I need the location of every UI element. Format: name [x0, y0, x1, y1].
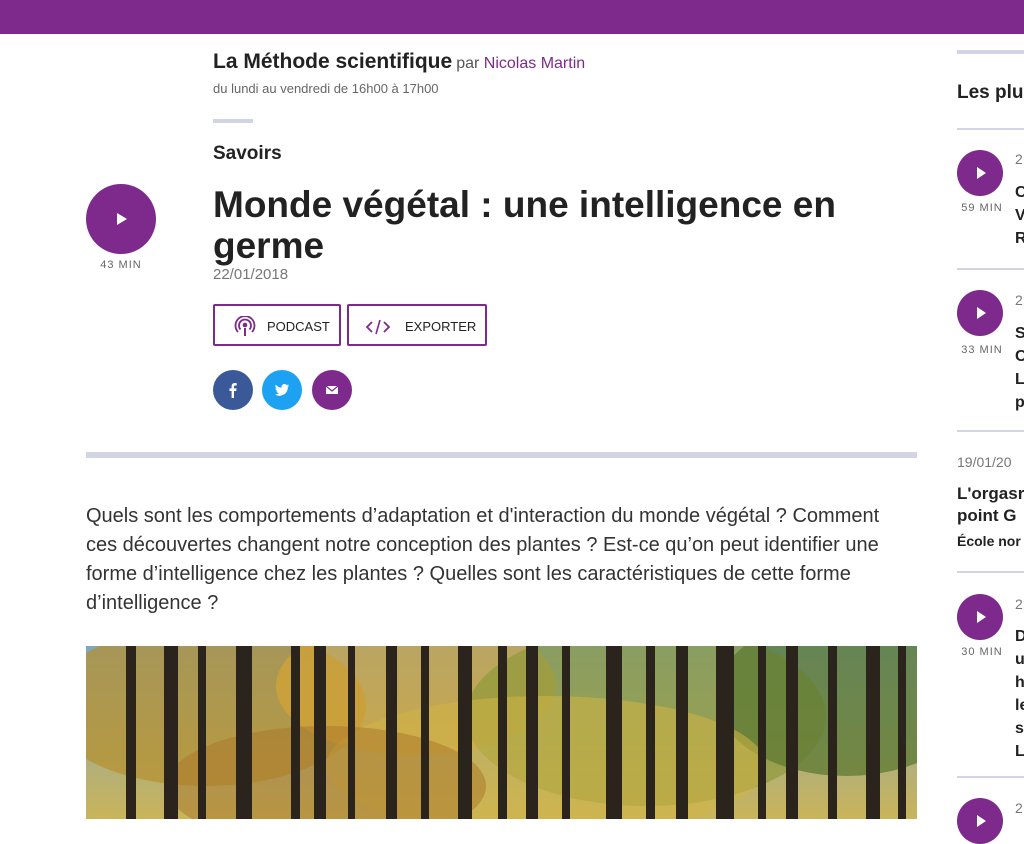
sidebar-divider: [957, 571, 1024, 573]
play-icon: [977, 815, 986, 827]
episode-duration: 43 MIN: [100, 259, 142, 271]
episode-date: 22/01/2018: [213, 266, 289, 283]
code-icon: [365, 319, 391, 335]
sidebar-item-source: École nor: [957, 533, 1021, 549]
sidebar-play-button[interactable]: [957, 594, 1003, 640]
sidebar-play-button[interactable]: [957, 150, 1003, 196]
show-author-link[interactable]: Nicolas Martin: [484, 55, 585, 72]
twitter-share-button[interactable]: [262, 370, 302, 410]
category-link[interactable]: Savoirs: [213, 143, 282, 165]
sidebar-item-title[interactable]: D u h le s L: [1015, 625, 1024, 763]
sidebar-item-title[interactable]: C V R: [1015, 181, 1024, 250]
header-divider: [213, 119, 253, 123]
sidebar-top-divider: [957, 50, 1024, 54]
play-icon: [117, 213, 127, 225]
sidebar-item-date: 2: [1015, 292, 1023, 308]
play-icon: [977, 167, 986, 179]
show-title-link[interactable]: La Méthode scientifique: [213, 50, 452, 73]
sidebar-play-button[interactable]: [957, 290, 1003, 336]
forest-photo: [86, 646, 917, 819]
facebook-share-button[interactable]: [213, 370, 253, 410]
mail-icon: [325, 385, 339, 394]
sidebar-divider: [957, 776, 1024, 778]
play-button[interactable]: [86, 184, 156, 254]
sidebar-item-date: 2: [1015, 800, 1023, 816]
sidebar-item-date: 2: [1015, 596, 1023, 612]
podcast-button-label: PODCAST: [267, 319, 330, 334]
play-icon: [977, 611, 986, 623]
sidebar-heading: Les plu: [957, 82, 1024, 103]
sidebar-play-button[interactable]: [957, 798, 1003, 844]
sidebar-item-duration: 30 MIN: [961, 646, 1003, 658]
content-divider: [86, 452, 917, 458]
sidebar-item-title[interactable]: L'orgasr: [957, 484, 1024, 504]
sidebar-divider: [957, 430, 1024, 432]
sidebar-divider: [957, 128, 1024, 130]
show-author-prefix: par: [456, 55, 480, 72]
play-icon: [977, 307, 986, 319]
exporter-button-label: EXPORTER: [405, 319, 477, 334]
sidebar-item-duration: 59 MIN: [961, 202, 1003, 214]
exporter-button[interactable]: EXPORTER: [347, 304, 487, 346]
sidebar-item-title[interactable]: point G: [957, 506, 1016, 526]
sidebar-item-date: 2: [1015, 151, 1023, 167]
forest-image: [86, 646, 917, 819]
top-bar: [0, 0, 1024, 34]
facebook-icon: [229, 383, 237, 398]
episode-intro: Quels sont les comportements d’adaptatio…: [86, 505, 880, 614]
sidebar-divider: [957, 268, 1024, 270]
email-share-button[interactable]: [312, 370, 352, 410]
twitter-icon: [275, 384, 289, 396]
show-schedule: du lundi au vendredi de 16h00 à 17h00: [213, 81, 439, 96]
sidebar-item-date: 19/01/20: [957, 454, 1012, 470]
show-header: La Méthode scientifique par Nicolas Marti…: [213, 50, 585, 74]
episode-title: Monde végétal : une intelligence en germ…: [213, 184, 836, 266]
sidebar-item-title[interactable]: S C L p: [1015, 322, 1024, 414]
sidebar-item-duration: 33 MIN: [961, 344, 1003, 356]
podcast-icon: [234, 316, 256, 336]
podcast-button[interactable]: PODCAST: [213, 304, 341, 346]
